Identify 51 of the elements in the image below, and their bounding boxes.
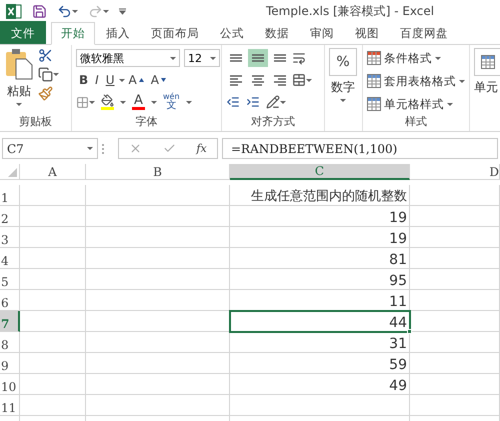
group-label: 对齐方式 [250,115,296,130]
column-header[interactable]: A [20,164,86,180]
table-cell: 44 [230,311,410,332]
name-box[interactable]: C7 [2,138,98,159]
table-cell: 19 [230,206,410,227]
insert-function-button[interactable]: fx [196,142,207,155]
formula-field[interactable]: =RANDBEETWEEN(1,100) [222,138,498,159]
row-header[interactable]: 9 [0,353,20,374]
group-label: 样式 [404,115,428,130]
ribbon-tab[interactable]: 开始 [51,22,95,45]
table-cell: 81 [230,248,410,269]
font-color-button[interactable]: A [132,94,145,110]
row-header[interactable]: 1 [0,185,20,206]
font-name-field[interactable]: 微软雅黑 [76,49,180,67]
table-cell: 31 [230,332,410,353]
italic-button[interactable]: I [92,73,102,87]
row-header[interactable]: 11 [0,395,20,416]
table-cell: 生成任意范围内的随机整数 [230,185,410,206]
column-header[interactable]: C [230,164,410,180]
row-header[interactable]: 10 [0,374,20,395]
row-header[interactable]: 4 [0,248,20,269]
table-cell: 49 [230,374,410,395]
paste-button[interactable]: 粘贴 [7,83,31,100]
ribbon-tab[interactable]: 文件 [0,21,46,44]
window-title: Temple.xls [兼容模式] - Excel [266,2,434,20]
row-header[interactable]: 6 [0,290,20,311]
styles-menu-button[interactable]: 套用表格格式 [367,71,465,91]
bold-button[interactable]: B [76,73,92,87]
cells-button[interactable]: 单元 [474,79,498,96]
table-cell: 95 [230,269,410,290]
table-cell: 59 [230,353,410,374]
phonetic-button[interactable]: wén 文 [163,93,180,111]
row-header[interactable]: 5 [0,269,20,290]
group-label: 剪贴板 [18,115,53,130]
column-header[interactable]: B [86,164,230,180]
underline-button[interactable]: U [102,73,118,87]
number-format-button[interactable]: 数字 [331,79,355,96]
table-cell: 19 [230,227,410,248]
font-size-field[interactable]: 12 [184,49,220,67]
percent-button[interactable]: % [329,48,357,76]
column-header[interactable]: D [410,164,500,180]
row-header[interactable]: 2 [0,206,20,227]
table-cell: 11 [230,290,410,311]
row-header[interactable]: 3 [0,227,20,248]
group-label: 字体 [134,115,158,130]
styles-menu-button[interactable]: 条件格式 [367,48,441,68]
row-header[interactable]: 7 [0,311,20,332]
styles-menu-button[interactable]: 单元格样式 [367,94,453,114]
row-header[interactable]: 8 [0,332,20,353]
shrink-font-button[interactable]: A [148,73,169,87]
grow-font-button[interactable]: A [126,73,147,87]
